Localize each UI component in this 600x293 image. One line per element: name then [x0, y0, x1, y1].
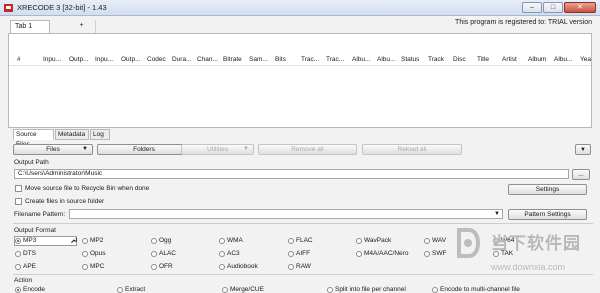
- divider: [13, 223, 593, 224]
- chevron-down-icon: ▼: [82, 146, 88, 152]
- files-button[interactable]: Files ▼: [13, 144, 93, 155]
- column-header[interactable]: Outp...: [69, 56, 93, 63]
- column-header[interactable]: Sam...: [249, 56, 271, 63]
- recycle-checkbox[interactable]: [15, 185, 22, 192]
- filename-pattern-field[interactable]: ▼: [69, 209, 503, 219]
- column-header[interactable]: #: [17, 56, 27, 63]
- registration-text: This program is registered to: TRIAL ver…: [455, 19, 592, 26]
- remove-all-button[interactable]: Remove all: [258, 144, 357, 155]
- utilities-button[interactable]: Utilities ▼: [181, 144, 254, 155]
- add-tab-button[interactable]: +: [68, 20, 96, 33]
- chevron-down-icon[interactable]: ▼: [575, 144, 591, 155]
- minimize-icon[interactable]: –: [522, 2, 542, 13]
- watermark-text: 当下软件园: [491, 234, 581, 253]
- column-header[interactable]: Inpu...: [43, 56, 67, 63]
- tab-1[interactable]: Tab 1: [10, 20, 50, 33]
- utilities-label: Utilities: [207, 146, 228, 153]
- file-list[interactable]: # Inpu... Outp... Inpu... Outp... Codec …: [8, 33, 592, 128]
- watermark-url: www.downxia.com: [491, 262, 566, 272]
- column-header[interactable]: Title: [477, 56, 499, 63]
- output-path-field[interactable]: C:\Users\Administrator\Music: [14, 169, 569, 179]
- tab-strip: Tab 1 + This program is registered to: T…: [8, 17, 592, 33]
- column-header[interactable]: Track: [428, 56, 450, 63]
- reload-all-button[interactable]: Reload all: [362, 144, 462, 155]
- column-header[interactable]: Status: [401, 56, 425, 63]
- title-bar: XRECODE 3 [32-bit] - 1.43 – □ ✕: [0, 0, 600, 16]
- recycle-label: Move source file to Recycle Bin when don…: [25, 185, 150, 192]
- toolbar: Files▼ Folders▼ Utilities▼ Remove all Re…: [13, 144, 593, 156]
- create-in-source-checkbox[interactable]: [15, 198, 22, 205]
- folders-label: Folders: [133, 146, 155, 153]
- browse-button[interactable]: ...: [572, 169, 590, 180]
- wrench-icon[interactable]: [70, 237, 77, 244]
- maximize-icon[interactable]: □: [543, 2, 563, 13]
- column-header[interactable]: Artist: [502, 56, 526, 63]
- tab-source-files[interactable]: Source Files: [13, 129, 54, 148]
- pattern-settings-button[interactable]: Pattern Settings: [508, 209, 587, 220]
- settings-button[interactable]: Settings: [508, 184, 587, 195]
- chevron-down-icon: ▼: [494, 211, 500, 217]
- column-header[interactable]: Codec: [147, 56, 171, 63]
- output-path-label: Output Path: [14, 159, 49, 166]
- column-header[interactable]: Albu...: [377, 56, 401, 63]
- column-header[interactable]: Album: [528, 56, 552, 63]
- column-header[interactable]: Dura...: [172, 56, 196, 63]
- column-header[interactable]: Trac...: [301, 56, 325, 63]
- folders-button[interactable]: Folders▼: [97, 144, 191, 155]
- create-in-source-label: Create files in source folder: [25, 198, 105, 205]
- column-header[interactable]: Bits: [275, 56, 295, 63]
- action-label: Action: [14, 277, 33, 284]
- files-label: Files: [46, 146, 60, 153]
- column-header[interactable]: Yea: [580, 56, 591, 63]
- file-list-header: # Inpu... Outp... Inpu... Outp... Codec …: [9, 54, 591, 66]
- column-header[interactable]: Disc: [453, 56, 473, 63]
- divider: [13, 274, 593, 275]
- close-icon[interactable]: ✕: [564, 2, 596, 13]
- column-header[interactable]: Trac...: [326, 56, 350, 63]
- column-header[interactable]: Inpu...: [95, 56, 119, 63]
- window-title: XRECODE 3 [32-bit] - 1.43: [17, 3, 107, 12]
- chevron-down-icon: ▼: [243, 146, 249, 152]
- d-logo-icon: [457, 228, 480, 258]
- output-format-label: Output Format: [14, 227, 56, 234]
- column-header[interactable]: Bitrate: [223, 56, 249, 63]
- column-header[interactable]: Outp...: [121, 56, 145, 63]
- column-header[interactable]: Albu...: [352, 56, 376, 63]
- column-header[interactable]: Chan...: [197, 56, 221, 63]
- column-header[interactable]: Albu...: [554, 56, 578, 63]
- tab-metadata[interactable]: Metadata: [55, 129, 89, 140]
- tab-log[interactable]: Log: [90, 129, 110, 140]
- app-icon: [4, 4, 13, 12]
- filename-pattern-label: Filename Pattern:: [14, 211, 66, 218]
